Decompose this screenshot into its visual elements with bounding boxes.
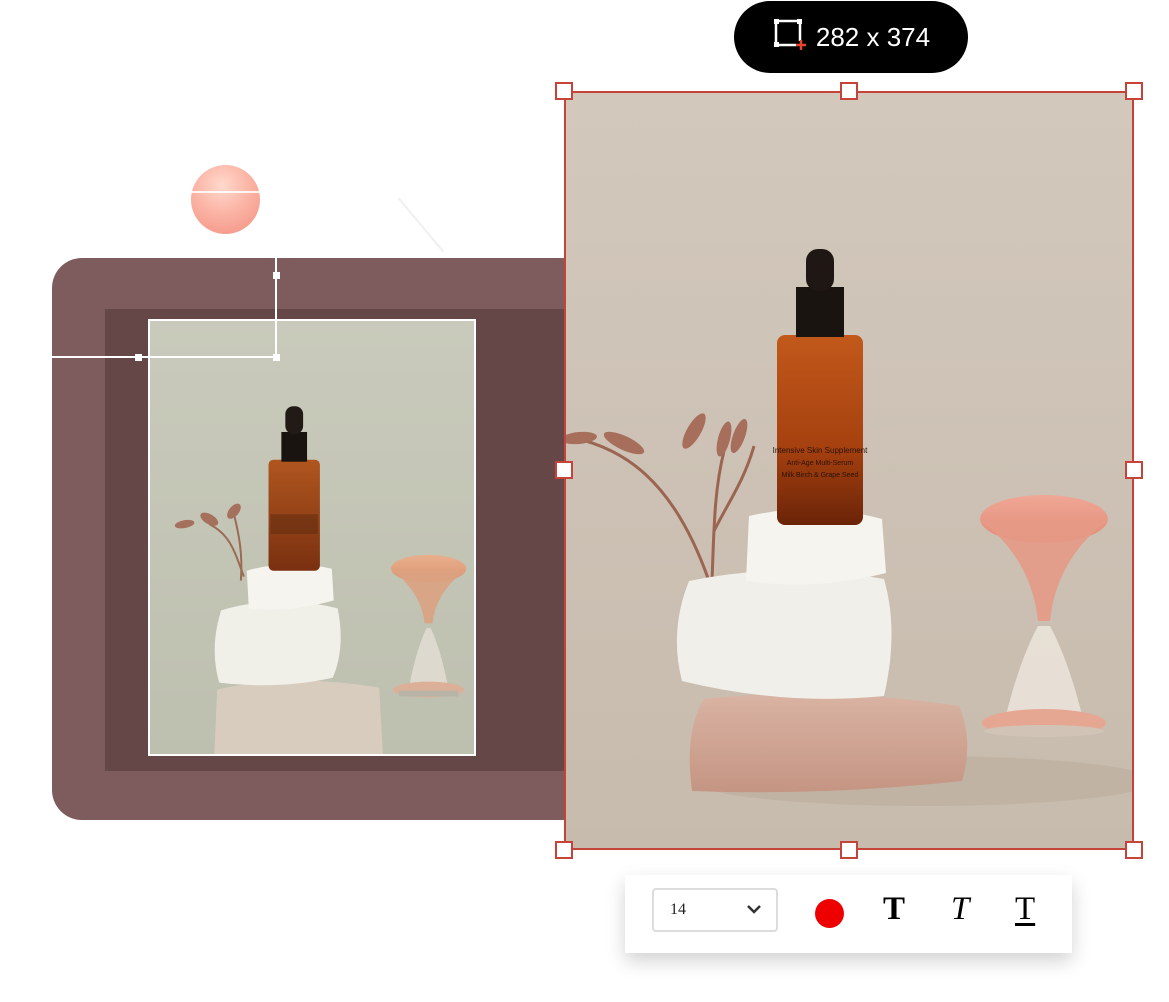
- crop-add-icon: [772, 17, 806, 58]
- resize-handle-bottom-center[interactable]: [840, 841, 858, 859]
- italic-icon[interactable]: T: [951, 893, 969, 926]
- chevron-down-icon: [746, 901, 762, 919]
- decorative-line: [397, 197, 445, 253]
- selected-photo[interactable]: Intensive Skin Supplement Anti-Age Multi…: [564, 91, 1134, 850]
- bottle-label-line1: Intensive Skin Supplement: [773, 446, 869, 455]
- bold-icon[interactable]: T: [883, 893, 905, 926]
- resize-handle-middle-left[interactable]: [555, 461, 573, 479]
- text-toolbar: 14 T T T: [625, 875, 1072, 953]
- guide-line-horizontal: [52, 356, 278, 358]
- resize-handle-top-right[interactable]: [1125, 82, 1143, 100]
- resize-handle-top-left[interactable]: [555, 82, 573, 100]
- dimensions-label: 282 x 374: [815, 21, 931, 52]
- resize-handle-bottom-left[interactable]: [555, 841, 573, 859]
- sphere-guide-line: [191, 191, 260, 193]
- font-size-value: 14: [670, 901, 686, 918]
- guide-knob[interactable]: [273, 272, 280, 279]
- bottle-label-line2: Anti-Age Multi-Serum: [787, 460, 854, 467]
- resize-handle-top-center[interactable]: [840, 82, 858, 100]
- resize-handle-bottom-right[interactable]: [1125, 841, 1143, 859]
- guide-knob[interactable]: [135, 354, 142, 361]
- text-color-button[interactable]: [815, 899, 844, 928]
- resize-handle-middle-right[interactable]: [1125, 461, 1143, 479]
- decorative-sphere: [191, 165, 260, 234]
- source-photo[interactable]: [148, 319, 476, 756]
- underline-icon[interactable]: T: [1015, 893, 1035, 926]
- dimensions-badge: 282 x 374: [734, 1, 968, 73]
- bottle-label-line3: Milk Birch & Grape Seed: [782, 472, 859, 479]
- guide-knob[interactable]: [273, 354, 280, 361]
- font-size-select[interactable]: 14: [652, 888, 778, 932]
